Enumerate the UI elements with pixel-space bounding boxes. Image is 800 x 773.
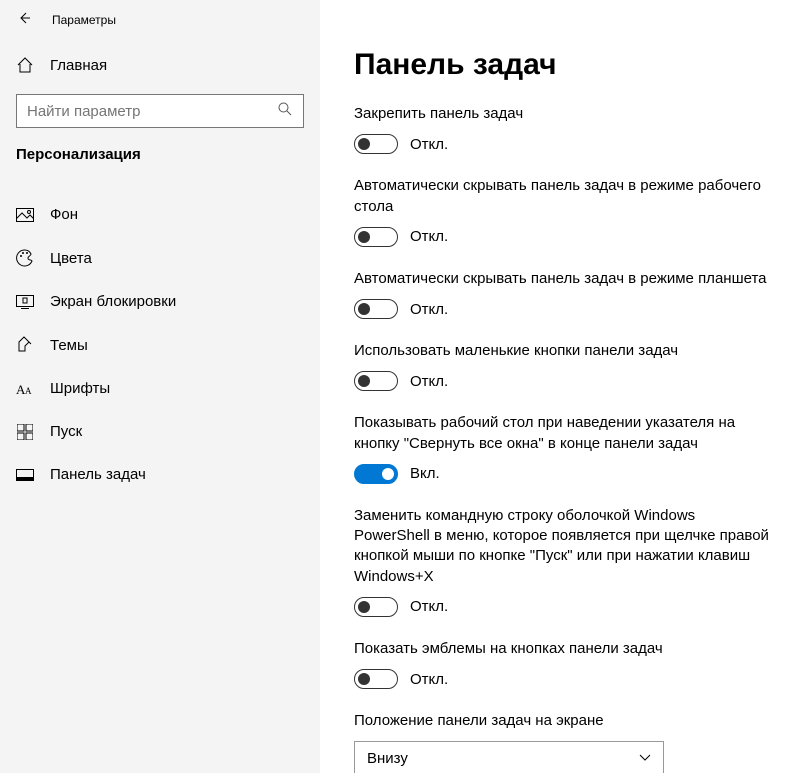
toggle-state: Откл. [410,301,448,318]
taskbar-icon [16,469,34,481]
setting-small-buttons: Использовать маленькие кнопки панели зад… [354,341,772,391]
toggle-state: Откл. [410,136,448,153]
toggle-small-buttons[interactable] [354,371,398,391]
sidebar-item-label: Панель задач [50,466,146,483]
lock-screen-icon [16,295,34,309]
setting-autohide-tablet: Автоматически скрывать панель задач в ре… [354,269,772,319]
sidebar-home[interactable]: Главная [0,44,320,86]
setting-label: Использовать маленькие кнопки панели зад… [354,341,772,361]
palette-icon [16,249,34,267]
select-value: Внизу [367,750,408,767]
sidebar-item-label: Фон [50,206,78,223]
sidebar-item-label: Шрифты [50,380,110,397]
sidebar-item-taskbar[interactable]: Панель задач [0,453,320,496]
select-taskbar-position[interactable]: Внизу [354,741,664,773]
chevron-down-icon [639,752,651,764]
setting-powershell: Заменить командную строку оболочкой Wind… [354,506,772,617]
start-icon [16,424,34,440]
sidebar-section: Персонализация [0,146,320,175]
fonts-icon: AA [16,381,34,397]
sidebar-item-background[interactable]: Фон [0,193,320,236]
setting-position: Положение панели задач на экране Внизу [354,711,772,773]
toggle-lock-taskbar[interactable] [354,134,398,154]
arrow-left-icon [16,10,32,30]
sidebar-item-label: Пуск [50,423,82,440]
toggle-powershell[interactable] [354,597,398,617]
sidebar-item-label: Темы [50,337,88,354]
sidebar-item-themes[interactable]: Темы [0,323,320,367]
toggle-autohide-desktop[interactable] [354,227,398,247]
setting-label: Заменить командную строку оболочкой Wind… [354,506,772,587]
sidebar-item-start[interactable]: Пуск [0,410,320,453]
sidebar-item-lock-screen[interactable]: Экран блокировки [0,280,320,323]
toggle-badges[interactable] [354,669,398,689]
search-input[interactable] [27,103,277,120]
sidebar-nav: Фон Цвета Экран блокировки Темы AA Шрифт… [0,175,320,496]
sidebar-home-label: Главная [50,57,107,74]
setting-badges: Показать эмблемы на кнопках панели задач… [354,639,772,689]
setting-label: Автоматически скрывать панель задач в ре… [354,176,772,217]
setting-lock-taskbar: Закрепить панель задач Откл. [354,104,772,154]
sidebar: Параметры Главная Персонализация Фон Цве… [0,0,320,773]
toggle-state: Откл. [410,228,448,245]
back-button[interactable] [14,10,34,30]
sidebar-item-fonts[interactable]: AA Шрифты [0,367,320,410]
page-title: Панель задач [354,48,772,82]
window-title: Параметры [52,13,116,27]
setting-label: Автоматически скрывать панель задач в ре… [354,269,772,289]
toggle-state: Откл. [410,598,448,615]
toggle-autohide-tablet[interactable] [354,299,398,319]
setting-autohide-desktop: Автоматически скрывать панель задач в ре… [354,176,772,247]
toggle-state: Откл. [410,373,448,390]
setting-label: Положение панели задач на экране [354,711,772,731]
toggle-state: Вкл. [410,465,440,482]
setting-label: Показать эмблемы на кнопках панели задач [354,639,772,659]
main-content: Панель задач Закрепить панель задач Откл… [320,0,800,773]
toggle-state: Откл. [410,671,448,688]
setting-peek-desktop: Показывать рабочий стол при наведении ук… [354,413,772,484]
svg-text:A: A [25,386,32,396]
sidebar-item-colors[interactable]: Цвета [0,236,320,280]
image-icon [16,208,34,222]
setting-label: Показывать рабочий стол при наведении ук… [354,413,772,454]
setting-label: Закрепить панель задач [354,104,772,124]
search-icon [277,101,293,121]
search-box[interactable] [16,94,304,128]
themes-icon [16,336,34,354]
sidebar-item-label: Цвета [50,250,92,267]
toggle-peek-desktop[interactable] [354,464,398,484]
window-header: Параметры [0,8,320,44]
home-icon [16,56,34,74]
sidebar-item-label: Экран блокировки [50,293,176,310]
